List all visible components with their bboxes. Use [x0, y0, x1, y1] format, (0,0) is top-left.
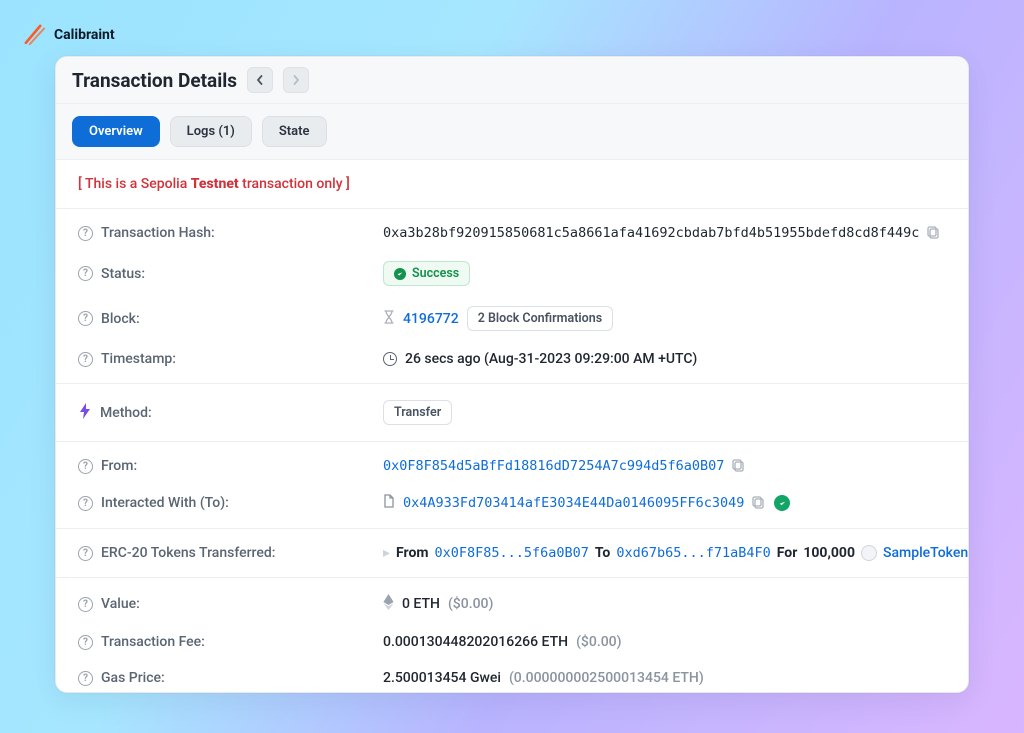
- erc20-to-link[interactable]: 0xd67b65...f71aB4F0: [616, 545, 770, 561]
- clock-icon: [383, 352, 397, 366]
- row-status: ? Status: Success: [78, 251, 946, 296]
- method-chip: Transfer: [383, 400, 452, 425]
- prev-tx-button[interactable]: [247, 67, 273, 93]
- bolt-icon: [78, 403, 92, 423]
- contract-icon: [383, 494, 395, 512]
- erc20-from-link[interactable]: 0x0F8F85...5f6a0B07: [434, 545, 588, 561]
- row-to: ? Interacted With (To): 0x4A933Fd703414a…: [78, 484, 946, 522]
- token-icon: [861, 545, 877, 561]
- row-block: ? Block: 4196772 2 Block Confirmations: [78, 296, 946, 341]
- tab-logs[interactable]: Logs (1): [170, 116, 252, 147]
- row-tx-hash: ? Transaction Hash: 0xa3b28bf92091585068…: [78, 215, 946, 251]
- help-icon[interactable]: ?: [78, 226, 93, 241]
- row-timestamp: ? Timestamp: 26 secs ago (Aug-31-2023 09…: [78, 341, 946, 377]
- testnet-warning: [ This is a Sepolia Testnet transaction …: [56, 160, 968, 209]
- copy-icon: [732, 459, 746, 473]
- status-text: Success: [412, 266, 459, 281]
- erc20-from-label: From: [396, 545, 428, 561]
- label-fee: Transaction Fee:: [101, 634, 205, 650]
- row-method: Method: Transfer: [78, 390, 946, 435]
- fee-usd: ($0.00): [576, 634, 621, 650]
- label-to: Interacted With (To):: [101, 495, 229, 511]
- erc20-amount: 100,000: [803, 545, 855, 561]
- row-fee: ? Transaction Fee: 0.000130448202016266 …: [78, 624, 946, 660]
- section-method: Method: Transfer: [56, 384, 968, 442]
- label-gas: Gas Price:: [101, 670, 165, 686]
- help-icon[interactable]: ?: [78, 671, 93, 686]
- brand: Calibraint: [22, 22, 115, 48]
- label-method: Method:: [100, 405, 152, 421]
- warning-post: transaction only ]: [239, 176, 350, 192]
- value-eth: 0 ETH: [402, 596, 440, 612]
- erc20-to-label: To: [595, 545, 610, 561]
- brand-logo-icon: [22, 22, 48, 48]
- label-erc20: ERC-20 Tokens Transferred:: [101, 545, 275, 561]
- verified-icon: [774, 495, 790, 511]
- brand-name: Calibraint: [54, 27, 115, 43]
- tab-overview[interactable]: Overview: [72, 116, 160, 147]
- help-icon[interactable]: ?: [78, 352, 93, 367]
- warning-bold: Testnet: [191, 176, 239, 192]
- hourglass-icon: [383, 310, 395, 328]
- copy-to-button[interactable]: [752, 496, 766, 510]
- help-icon[interactable]: ?: [78, 546, 93, 561]
- label-timestamp: Timestamp:: [101, 351, 176, 367]
- card-body: [ This is a Sepolia Testnet transaction …: [56, 160, 968, 692]
- erc20-for-label: For: [777, 545, 798, 561]
- copy-from-button[interactable]: [732, 459, 746, 473]
- copy-icon: [752, 496, 766, 510]
- section-costs: ? Value: 0 ETH ($0.00) ? Transaction Fee…: [56, 578, 968, 692]
- value-tx-hash: 0xa3b28bf920915850681c5a8661afa41692cbda…: [383, 225, 919, 241]
- caret-right-icon: ▸: [383, 545, 390, 561]
- chevron-right-icon: [291, 75, 301, 85]
- copy-hash-button[interactable]: [927, 226, 941, 240]
- label-value: Value:: [101, 596, 140, 612]
- row-erc20: ? ERC-20 Tokens Transferred: ▸ From 0x0F…: [78, 535, 946, 571]
- section-erc20: ? ERC-20 Tokens Transferred: ▸ From 0x0F…: [56, 529, 968, 578]
- gas-gwei: 2.500013454 Gwei: [383, 670, 501, 686]
- tabs-bar: Overview Logs (1) State: [56, 104, 968, 160]
- value-timestamp: 26 secs ago (Aug-31-2023 09:29:00 AM +UT…: [405, 351, 697, 367]
- ethereum-icon: [383, 594, 394, 614]
- label-block: Block:: [101, 311, 140, 327]
- row-from: ? From: 0x0F8F854d5aBfFd18816dD7254A7c99…: [78, 448, 946, 484]
- card-header: Transaction Details: [56, 57, 968, 104]
- confirmations-chip: 2 Block Confirmations: [467, 306, 613, 331]
- erc20-token-link[interactable]: SampleToken...: [883, 545, 968, 561]
- warning-pre: [ This is a Sepolia: [78, 176, 191, 192]
- next-tx-button[interactable]: [283, 67, 309, 93]
- status-badge: Success: [383, 261, 470, 286]
- value-usd: ($0.00): [448, 596, 493, 612]
- fee-eth: 0.000130448202016266 ETH: [383, 634, 568, 650]
- help-icon[interactable]: ?: [78, 496, 93, 511]
- help-icon[interactable]: ?: [78, 635, 93, 650]
- label-tx-hash: Transaction Hash:: [101, 225, 215, 241]
- check-circle-icon: [394, 268, 406, 280]
- chevron-left-icon: [255, 75, 265, 85]
- copy-icon: [927, 226, 941, 240]
- help-icon[interactable]: ?: [78, 266, 93, 281]
- label-from: From:: [101, 458, 137, 474]
- row-gas: ? Gas Price: 2.500013454 Gwei (0.0000000…: [78, 660, 946, 692]
- tab-state[interactable]: State: [262, 116, 327, 147]
- gas-eth: (0.000000002500013454 ETH): [509, 670, 704, 686]
- transaction-card: Transaction Details Overview Logs (1) St…: [55, 56, 969, 693]
- help-icon[interactable]: ?: [78, 459, 93, 474]
- section-addresses: ? From: 0x0F8F854d5aBfFd18816dD7254A7c99…: [56, 442, 968, 529]
- page-title: Transaction Details: [72, 69, 237, 92]
- row-value: ? Value: 0 ETH ($0.00): [78, 584, 946, 624]
- block-link[interactable]: 4196772: [403, 311, 459, 327]
- help-icon[interactable]: ?: [78, 311, 93, 326]
- section-basic: ? Transaction Hash: 0xa3b28bf92091585068…: [56, 209, 968, 384]
- from-address-link[interactable]: 0x0F8F854d5aBfFd18816dD7254A7c994d5f6a0B…: [383, 458, 724, 474]
- help-icon[interactable]: ?: [78, 597, 93, 612]
- to-address-link[interactable]: 0x4A933Fd703414afE3034E44Da0146095FF6c30…: [403, 495, 744, 511]
- label-status: Status:: [101, 266, 145, 282]
